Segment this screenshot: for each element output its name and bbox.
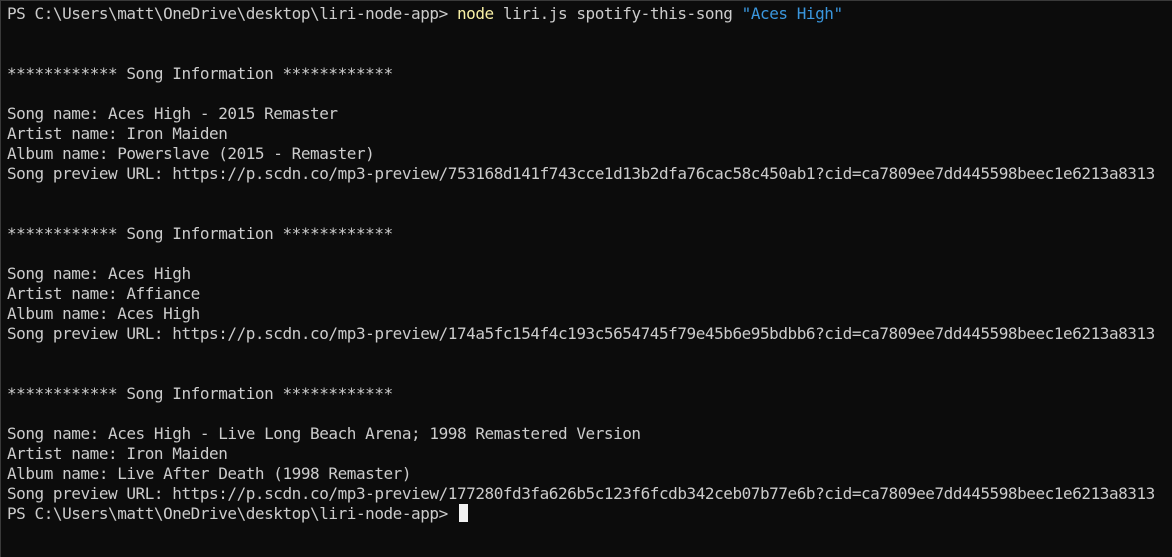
result-1-album-name: Album name: Powerslave (2015 - Remaster) — [7, 144, 375, 163]
result-1-artist-name: Artist name: Iron Maiden — [7, 124, 228, 143]
result-3-song-name: Song name: Aces High - Live Long Beach A… — [7, 424, 641, 443]
result-2-song-name: Song name: Aces High — [7, 264, 191, 283]
result-3-artist-name: Artist name: Iron Maiden — [7, 444, 228, 463]
result-1-song-name: Song name: Aces High - 2015 Remaster — [7, 104, 338, 123]
result-1-header: ************ Song Information **********… — [7, 64, 393, 83]
result-3-header: ************ Song Information **********… — [7, 384, 393, 403]
terminal-window[interactable]: PS C:\Users\matt\OneDrive\desktop\liri-n… — [0, 0, 1172, 557]
prompt: PS C:\Users\matt\OneDrive\desktop\liri-n… — [7, 504, 448, 523]
prompt: PS C:\Users\matt\OneDrive\desktop\liri-n… — [7, 4, 448, 23]
result-2-artist-name: Artist name: Affiance — [7, 284, 200, 303]
text-cursor — [458, 504, 468, 522]
command-program: node — [456, 4, 494, 23]
result-3-preview-url: Song preview URL: https://p.scdn.co/mp3-… — [7, 484, 1155, 503]
result-2-header: ************ Song Information **********… — [7, 224, 393, 243]
result-3-album-name: Album name: Live After Death (1998 Remas… — [7, 464, 412, 483]
result-2-preview-url: Song preview URL: https://p.scdn.co/mp3-… — [7, 324, 1155, 343]
command-line: PS C:\Users\matt\OneDrive\desktop\liri-n… — [7, 4, 843, 24]
command-string-arg: "Aces High" — [741, 4, 843, 23]
input-line[interactable]: PS C:\Users\matt\OneDrive\desktop\liri-n… — [7, 504, 468, 524]
result-2-album-name: Album name: Aces High — [7, 304, 200, 323]
command-args: liri.js spotify-this-song — [502, 4, 733, 23]
result-1-preview-url: Song preview URL: https://p.scdn.co/mp3-… — [7, 164, 1155, 183]
